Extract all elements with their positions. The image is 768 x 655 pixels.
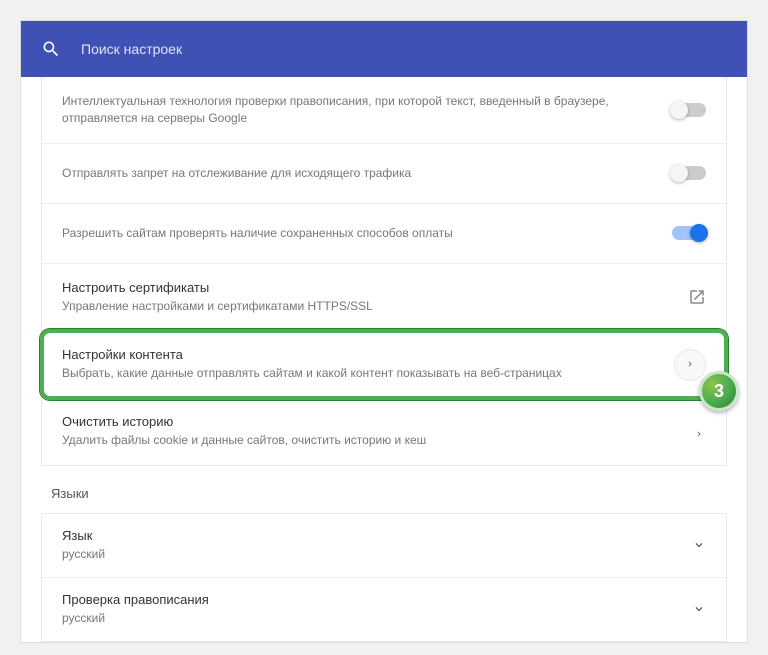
language-row[interactable]: Язык русский — [42, 514, 726, 578]
dnt-toggle[interactable] — [672, 166, 706, 180]
clear-title: Очистить историю — [62, 414, 674, 429]
chevron-right-icon — [685, 356, 695, 374]
payment-toggle[interactable] — [672, 226, 706, 240]
dnt-row: Отправлять запрет на отслеживание для ис… — [42, 144, 726, 204]
chevron-down-icon — [692, 602, 706, 616]
row-text: Интеллектуальная технология проверки пра… — [62, 93, 672, 127]
content-title: Настройки контента — [62, 347, 654, 362]
spellcheck-label: Интеллектуальная технология проверки пра… — [62, 93, 652, 127]
row-text: Настроить сертификаты Управление настрой… — [62, 280, 688, 315]
lang-title: Язык — [62, 528, 672, 543]
payment-row: Разрешить сайтам проверять наличие сохра… — [42, 204, 726, 264]
content-settings-row[interactable]: Настройки контента Выбрать, какие данные… — [40, 329, 728, 400]
clear-history-row[interactable]: Очистить историю Удалить файлы cookie и … — [42, 398, 726, 465]
row-text: Отправлять запрет на отслеживание для ис… — [62, 165, 672, 182]
search-icon — [41, 39, 61, 59]
certs-desc: Управление настройками и сертификатами H… — [62, 298, 668, 315]
spellcheck-row: Интеллектуальная технология проверки пра… — [42, 77, 726, 144]
languages-card: Язык русский Проверка правописания русск… — [41, 513, 727, 642]
content-arrow-button[interactable] — [674, 349, 706, 381]
search-bar — [21, 21, 747, 77]
row-text: Язык русский — [62, 528, 692, 563]
payment-label: Разрешить сайтам проверять наличие сохра… — [62, 225, 652, 242]
chevron-down-icon — [692, 538, 706, 552]
content-desc: Выбрать, какие данные отправлять сайтам … — [62, 365, 654, 382]
languages-section-title: Языки — [21, 466, 747, 513]
dnt-label: Отправлять запрет на отслеживание для ис… — [62, 165, 652, 182]
settings-page: Интеллектуальная технология проверки пра… — [20, 20, 748, 643]
row-text: Проверка правописания русский — [62, 592, 692, 627]
chevron-right-icon — [694, 426, 706, 438]
spellcheck-toggle[interactable] — [672, 103, 706, 117]
row-text: Настройки контента Выбрать, какие данные… — [62, 347, 674, 382]
row-text: Разрешить сайтам проверять наличие сохра… — [62, 225, 672, 242]
row-text: Очистить историю Удалить файлы cookie и … — [62, 414, 694, 449]
external-link-icon — [688, 288, 706, 306]
spell-title: Проверка правописания — [62, 592, 672, 607]
lang-value: русский — [62, 546, 672, 563]
certs-title: Настроить сертификаты — [62, 280, 668, 295]
step-badge: 3 — [699, 371, 739, 411]
spellcheck-lang-row[interactable]: Проверка правописания русский — [42, 578, 726, 641]
clear-desc: Удалить файлы cookie и данные сайтов, оч… — [62, 432, 674, 449]
privacy-card: Интеллектуальная технология проверки пра… — [41, 77, 727, 466]
certificates-row[interactable]: Настроить сертификаты Управление настрой… — [42, 264, 726, 332]
spell-value: русский — [62, 610, 672, 627]
search-input[interactable] — [81, 41, 727, 57]
